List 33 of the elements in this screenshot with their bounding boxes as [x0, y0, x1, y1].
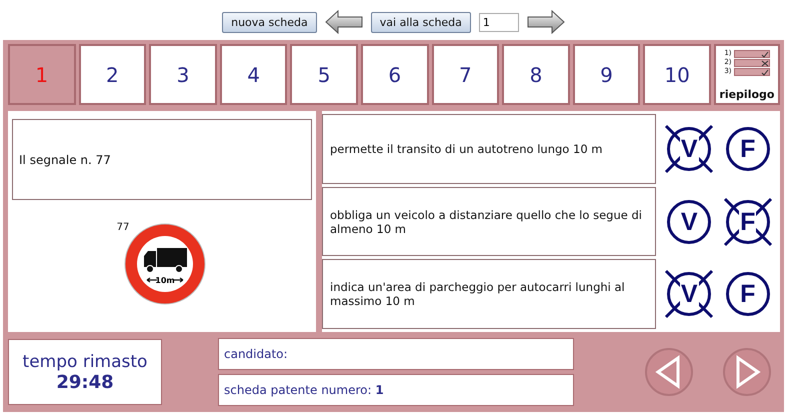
candidate-field: candidato:: [218, 338, 574, 370]
question-text: Il segnale n. 77: [12, 119, 312, 200]
previous-button[interactable]: [644, 347, 694, 397]
sign-number: 77: [116, 222, 130, 233]
sheet-tab[interactable]: 8: [502, 44, 570, 105]
next-icon: [722, 347, 772, 397]
sheet-tab[interactable]: 3: [149, 44, 217, 105]
timer-label: tempo rimasto: [22, 352, 148, 372]
sheet-tab[interactable]: 2: [78, 44, 146, 105]
sheet-tab[interactable]: 10: [643, 44, 711, 105]
sheet-tab[interactable]: 9: [572, 44, 640, 105]
true-choice[interactable]: V: [664, 124, 714, 174]
false-choice[interactable]: F: [722, 196, 773, 246]
sheet-tab[interactable]: 7: [432, 44, 500, 105]
answer-statement: obbliga un veicolo a distanziare quello che lo segue di almeno 10 m: [322, 186, 656, 256]
sheet-tab[interactable]: 5: [290, 44, 358, 105]
left-arrow-icon[interactable]: [324, 10, 363, 34]
sheet-tab[interactable]: 6: [360, 44, 429, 105]
timer-value: 29:48: [56, 372, 114, 392]
next-button[interactable]: [722, 347, 772, 397]
right-arrow-icon[interactable]: [526, 10, 565, 34]
sheet-number-input[interactable]: 1: [478, 12, 519, 32]
sheet-tab[interactable]: 4: [220, 44, 288, 105]
cross-icon: [760, 60, 769, 66]
check-icon: [760, 68, 769, 76]
true-choice[interactable]: V: [664, 269, 714, 320]
previous-icon: [644, 347, 694, 397]
go-to-sheet-button[interactable]: vai alla scheda: [370, 12, 471, 32]
check-icon: [760, 50, 769, 58]
answer-statement: permette il transito di un autotreno lungo 10 m: [322, 114, 656, 184]
new-sheet-button[interactable]: nuova scheda: [222, 12, 317, 32]
answer-statement: indica un'area di parcheggio per autocarri lunghi al massimo 10 m: [322, 259, 656, 330]
sheet-number-field: scheda patente numero: 1: [218, 374, 574, 406]
